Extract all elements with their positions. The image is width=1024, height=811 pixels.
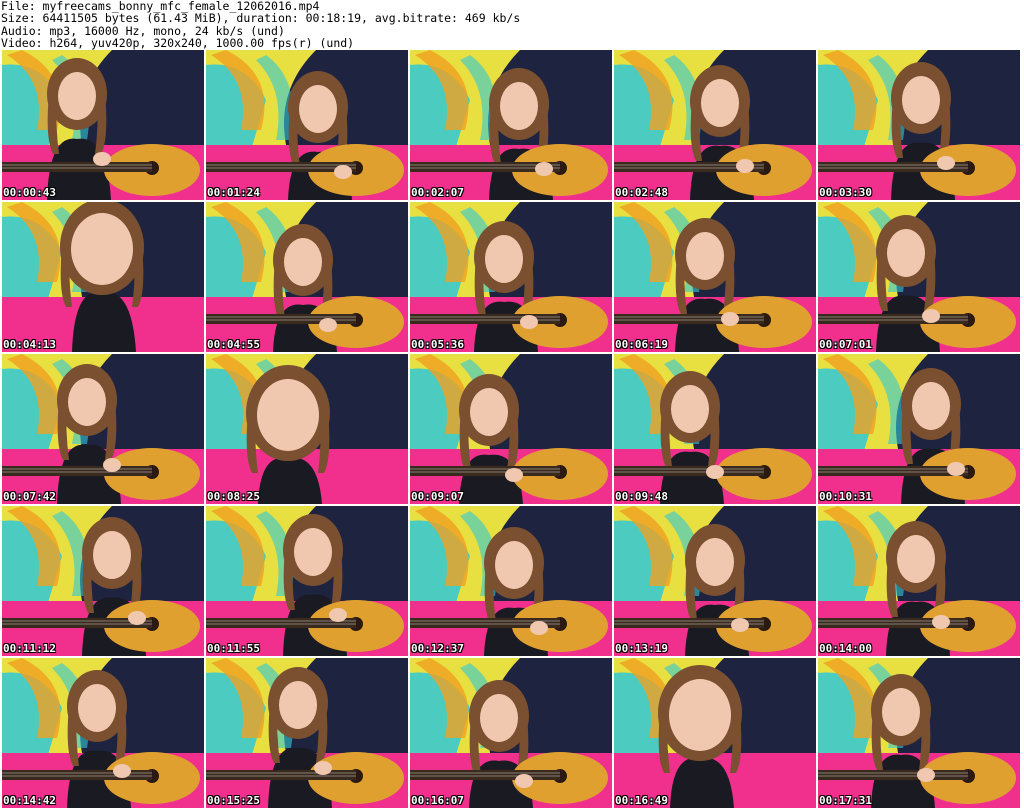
video-thumbnail[interactable]: 00:02:07 (410, 50, 612, 200)
frame-picture (2, 658, 204, 808)
video-thumbnail[interactable]: 00:12:37 (410, 506, 612, 656)
timestamp-label: 00:02:48 (615, 186, 668, 199)
file-info-header: File: myfreecams_bonny_mfc_female_120620… (0, 0, 1024, 50)
timestamp-label: 00:16:07 (411, 794, 464, 807)
timestamp-label: 00:06:19 (615, 338, 668, 351)
frame-picture (410, 354, 612, 504)
frame-picture (206, 50, 408, 200)
timestamp-label: 00:13:19 (615, 642, 668, 655)
frame-picture (614, 506, 816, 656)
timestamp-label: 00:07:42 (3, 490, 56, 503)
video-info-line: Video: h264, yuv420p, 320x240, 1000.00 f… (1, 36, 355, 51)
timestamp-label: 00:11:55 (207, 642, 260, 655)
frame-picture (818, 658, 1020, 808)
video-thumbnail[interactable]: 00:03:30 (818, 50, 1020, 200)
frame-picture (410, 658, 612, 808)
timestamp-label: 00:12:37 (411, 642, 464, 655)
timestamp-label: 00:07:01 (819, 338, 872, 351)
video-thumbnail[interactable]: 00:11:55 (206, 506, 408, 656)
timestamp-label: 00:14:42 (3, 794, 56, 807)
frame-picture (614, 354, 816, 504)
file-size-line: Size: 64411505 bytes (61.43 MiB), durati… (1, 11, 521, 26)
frame-picture (410, 202, 612, 352)
frame-picture (818, 506, 1020, 656)
video-thumbnail[interactable]: 00:11:12 (2, 506, 204, 656)
video-thumbnail[interactable]: 00:05:36 (410, 202, 612, 352)
video-thumbnail[interactable]: 00:07:42 (2, 354, 204, 504)
video-thumbnail[interactable]: 00:09:07 (410, 354, 612, 504)
timestamp-label: 00:16:49 (615, 794, 668, 807)
timestamp-label: 00:08:25 (207, 490, 260, 503)
frame-picture (2, 50, 204, 200)
timestamp-label: 00:03:30 (819, 186, 872, 199)
video-thumbnail[interactable]: 00:01:24 (206, 50, 408, 200)
timestamp-label: 00:01:24 (207, 186, 260, 199)
video-thumbnail[interactable]: 00:10:31 (818, 354, 1020, 504)
timestamp-label: 00:10:31 (819, 490, 872, 503)
video-thumbnail[interactable]: 00:00:43 (2, 50, 204, 200)
frame-picture (614, 202, 816, 352)
frame-picture (2, 354, 204, 504)
timestamp-label: 00:11:12 (3, 642, 56, 655)
frame-picture (2, 506, 204, 656)
video-thumbnail[interactable]: 00:14:42 (2, 658, 204, 808)
timestamp-label: 00:17:31 (819, 794, 872, 807)
timestamp-label: 00:15:25 (207, 794, 260, 807)
timestamp-label: 00:14:00 (819, 642, 872, 655)
video-thumbnail[interactable]: 00:13:19 (614, 506, 816, 656)
frame-picture (206, 202, 408, 352)
frame-picture (410, 50, 612, 200)
frame-picture (818, 354, 1020, 504)
video-thumbnail[interactable]: 00:16:07 (410, 658, 612, 808)
frame-picture (818, 202, 1020, 352)
timestamp-label: 00:04:55 (207, 338, 260, 351)
frame-picture (614, 50, 816, 200)
video-thumbnail[interactable]: 00:08:25 (206, 354, 408, 504)
frame-picture (410, 506, 612, 656)
frame-picture (2, 202, 204, 352)
video-thumbnail[interactable]: 00:09:48 (614, 354, 816, 504)
frame-picture (206, 658, 408, 808)
timestamp-label: 00:04:13 (3, 338, 56, 351)
video-thumbnail[interactable]: 00:17:31 (818, 658, 1020, 808)
video-thumbnail[interactable]: 00:07:01 (818, 202, 1020, 352)
timestamp-label: 00:00:43 (3, 186, 56, 199)
video-thumbnail[interactable]: 00:15:25 (206, 658, 408, 808)
timestamp-label: 00:05:36 (411, 338, 464, 351)
video-thumbnail[interactable]: 00:04:13 (2, 202, 204, 352)
frame-picture (206, 506, 408, 656)
frame-picture (818, 50, 1020, 200)
thumbnail-grid: 00:00:43 00:01:24 00:02:07 00:02:48 00:0… (2, 50, 1024, 810)
video-thumbnail[interactable]: 00:14:00 (818, 506, 1020, 656)
timestamp-label: 00:02:07 (411, 186, 464, 199)
frame-picture (206, 354, 408, 504)
video-thumbnail[interactable]: 00:16:49 (614, 658, 816, 808)
timestamp-label: 00:09:48 (615, 490, 668, 503)
video-thumbnail[interactable]: 00:04:55 (206, 202, 408, 352)
frame-picture (614, 658, 816, 808)
timestamp-label: 00:09:07 (411, 490, 464, 503)
video-thumbnail[interactable]: 00:02:48 (614, 50, 816, 200)
video-thumbnail[interactable]: 00:06:19 (614, 202, 816, 352)
